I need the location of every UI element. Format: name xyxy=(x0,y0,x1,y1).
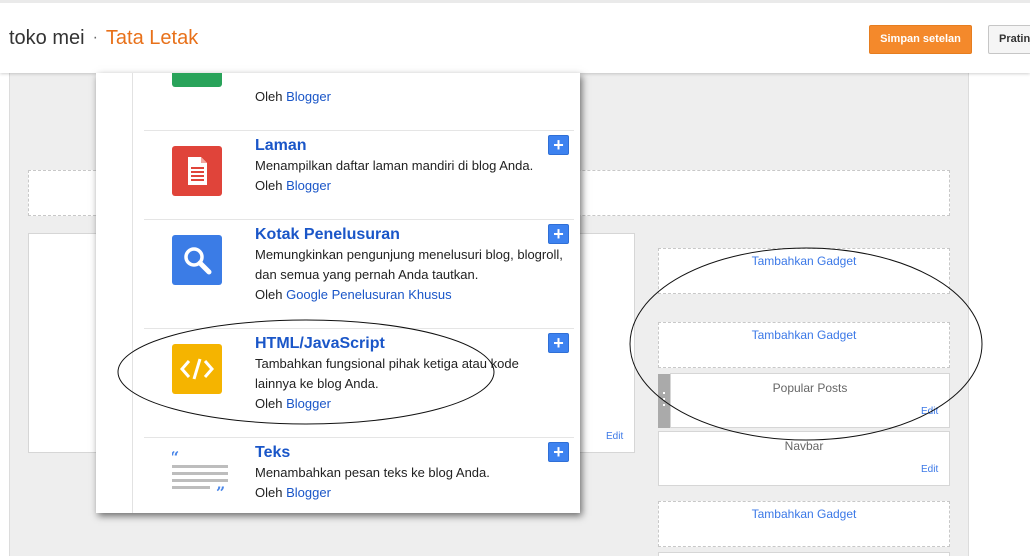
navbar-edit-link[interactable]: Edit xyxy=(921,464,938,475)
svg-text:”: ” xyxy=(216,483,225,495)
gadget-item-text: “ ” Teks Menambahkan pesan teks ke blog … xyxy=(144,437,574,513)
gadget-item-laman: Laman Menampilkan daftar laman mandiri d… xyxy=(144,130,574,220)
svg-text:“: “ xyxy=(172,451,179,467)
gadget-author-link[interactable]: Blogger xyxy=(286,178,331,193)
gadget-author: Oleh Google Penelusuran Khusus xyxy=(255,287,452,302)
gadget-description: Menampilkan daftar laman mandiri di blog… xyxy=(255,158,534,173)
search-icon xyxy=(172,235,222,285)
gadget-name[interactable]: HTML/JavaScript xyxy=(255,335,385,353)
gadget-description: Memungkinkan pengunjung menelusuri blog,… xyxy=(255,247,563,282)
add-gadget-plus-button[interactable]: + xyxy=(548,224,569,244)
add-gadget-plus-button[interactable]: + xyxy=(548,333,569,353)
popular-posts-gadget[interactable]: Popular Posts Edit xyxy=(670,373,950,428)
add-gadget-link-1[interactable]: Tambahkan Gadget xyxy=(658,254,950,268)
gadget-author: Oleh Blogger xyxy=(255,89,331,104)
popular-posts-edit-link[interactable]: Edit xyxy=(921,406,938,417)
navbar-gadget[interactable]: Navbar Edit xyxy=(658,431,950,486)
gadget-name[interactable]: Kotak Penelusuran xyxy=(255,226,400,244)
text-icon: “ ” xyxy=(170,448,228,502)
drag-handle[interactable] xyxy=(658,374,670,428)
add-gadget-link-2[interactable]: Tambahkan Gadget xyxy=(658,328,950,342)
add-gadget-popup: Oleh Blogger Laman Menampilkan daftar la… xyxy=(96,73,580,513)
gadget-description: Tambahkan fungsional pihak ketiga atau k… xyxy=(255,356,519,391)
gadget-author: Oleh Blogger xyxy=(255,485,331,500)
code-icon xyxy=(172,344,222,394)
gadget-item-html-javascript: HTML/JavaScript Tambahkan fungsional pih… xyxy=(144,328,574,438)
page-title: toko mei · Tata Letak xyxy=(9,27,198,50)
navbar-title: Navbar xyxy=(784,439,824,453)
add-gadget-plus-button[interactable]: + xyxy=(548,135,569,155)
gadget-author: Oleh Blogger xyxy=(255,178,331,193)
blog-name[interactable]: toko mei xyxy=(9,27,85,49)
gadget-author-link[interactable]: Google Penelusuran Khusus xyxy=(286,287,452,302)
gadget-author-link[interactable]: Blogger xyxy=(286,396,331,411)
add-gadget-link-3[interactable]: Tambahkan Gadget xyxy=(658,507,950,521)
gadget-name[interactable]: Teks xyxy=(255,444,290,462)
partial-gadget xyxy=(658,552,950,556)
title-separator: · xyxy=(92,29,98,46)
popular-posts-title: Popular Posts xyxy=(772,381,848,395)
gadget-name[interactable]: Laman xyxy=(255,137,307,155)
preview-button[interactable]: Pratinjau xyxy=(988,25,1030,54)
save-settings-button[interactable]: Simpan setelan xyxy=(869,25,972,54)
partial-gadget-icon xyxy=(172,73,222,87)
gadget-author-link[interactable]: Blogger xyxy=(286,485,331,500)
gadget-author-link[interactable]: Blogger xyxy=(286,89,331,104)
page-icon xyxy=(172,146,222,196)
gadget-author: Oleh Blogger xyxy=(255,396,331,411)
gadget-item-search-box: Kotak Penelusuran Memungkinkan pengunjun… xyxy=(144,219,574,329)
gadget-description: Menambahkan pesan teks ke blog Anda. xyxy=(255,465,490,480)
popup-divider xyxy=(132,73,133,513)
section-name: Tata Letak xyxy=(105,27,199,49)
main-post-edit-link[interactable]: Edit xyxy=(606,431,623,442)
add-gadget-plus-button[interactable]: + xyxy=(548,442,569,462)
top-header: toko mei · Tata Letak Simpan setelan Prati… xyxy=(0,0,1030,73)
